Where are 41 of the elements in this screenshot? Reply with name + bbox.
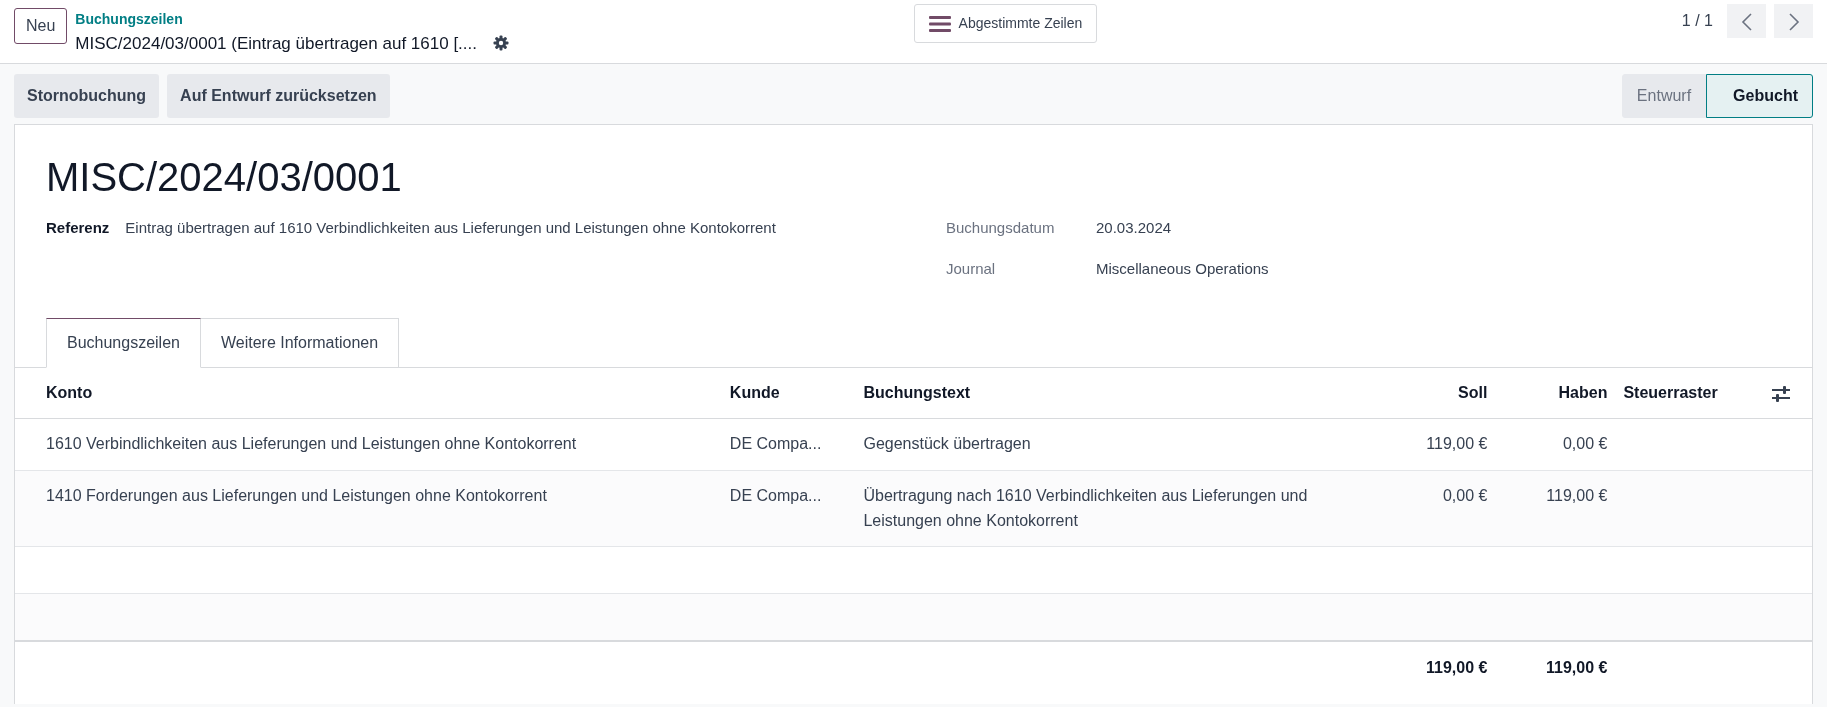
column-header[interactable]: Konto (15, 368, 722, 419)
table-cell: 1610 Verbindlichkeiten aus Lieferungen und Leistungen ohne Kontokorrent (46, 435, 577, 452)
tab[interactable]: Buchungszeilen (46, 318, 201, 368)
field-value: 20.03.2024 (1096, 218, 1172, 238)
status-step[interactable]: Entwurf (1621, 74, 1707, 118)
chevron-left-icon (1740, 11, 1753, 32)
table-cell: DE Compa... (729, 435, 822, 452)
field-value: Miscellaneous Operations (1096, 258, 1269, 279)
field-value: Eintrag übertragen auf 1610 Verbindlichkeiten aus Lieferungen und Leistungen ohne Kontokorrent (125, 218, 776, 238)
column-header[interactable]: Buchungstext (855, 368, 1376, 419)
table-cell: 0,00 € (1442, 486, 1488, 504)
column-header[interactable]: Soll (1375, 368, 1496, 419)
column-header[interactable]: Kunde (721, 368, 856, 419)
total-debit: 119,00 € (1426, 658, 1488, 676)
table-cell: 0,00 € (1562, 435, 1608, 452)
action-button[interactable]: Stornobuchung (14, 74, 160, 118)
record-title: MISC/2024/03/0001 (45, 154, 403, 201)
status-step[interactable]: Gebucht (1706, 74, 1813, 118)
column-header[interactable]: Haben (1495, 368, 1616, 419)
table-cell: Übertragung nach 1610 Verbindlichkeiten aus Lieferungen und Leistungen ohne Kontokorrent (863, 486, 1308, 529)
column-settings-icon[interactable] (1772, 385, 1790, 402)
settings-icon[interactable] (493, 35, 509, 52)
table-cell: 1410 Forderungen aus Lieferungen und Leistungen ohne Kontokorrent (46, 486, 547, 504)
action-button[interactable]: Auf Entwurf zurücksetzen (167, 74, 390, 118)
table-cell: 119,00 € (1546, 486, 1608, 504)
field-label: Referenz (46, 218, 110, 238)
pager-counter: 1 / 1 (1681, 11, 1713, 31)
field-label: Journal (946, 258, 997, 279)
new-button[interactable]: Neu (14, 8, 68, 44)
record-title: MISC/2024/03/0001 (Eintrag übertragen auf 1610 [.... (75, 32, 477, 55)
breadcrumb-link[interactable]: Buchungszeilen (75, 11, 183, 27)
reconciled-lines-button[interactable]: Abgestimmte Zeilen (913, 4, 1098, 43)
table-cell: 119,00 € (1426, 435, 1488, 452)
field-label: Buchungsdatum (946, 218, 1056, 238)
total-credit: 119,00 € (1546, 658, 1608, 676)
column-header[interactable]: Steuerraster (1615, 368, 1753, 419)
table-cell: Gegenstück übertragen (863, 435, 1031, 452)
tab[interactable]: Weitere Informationen (200, 318, 400, 368)
table-cell: DE Compa... (729, 486, 822, 504)
chevron-right-icon (1787, 11, 1800, 32)
menu-icon (928, 14, 951, 33)
